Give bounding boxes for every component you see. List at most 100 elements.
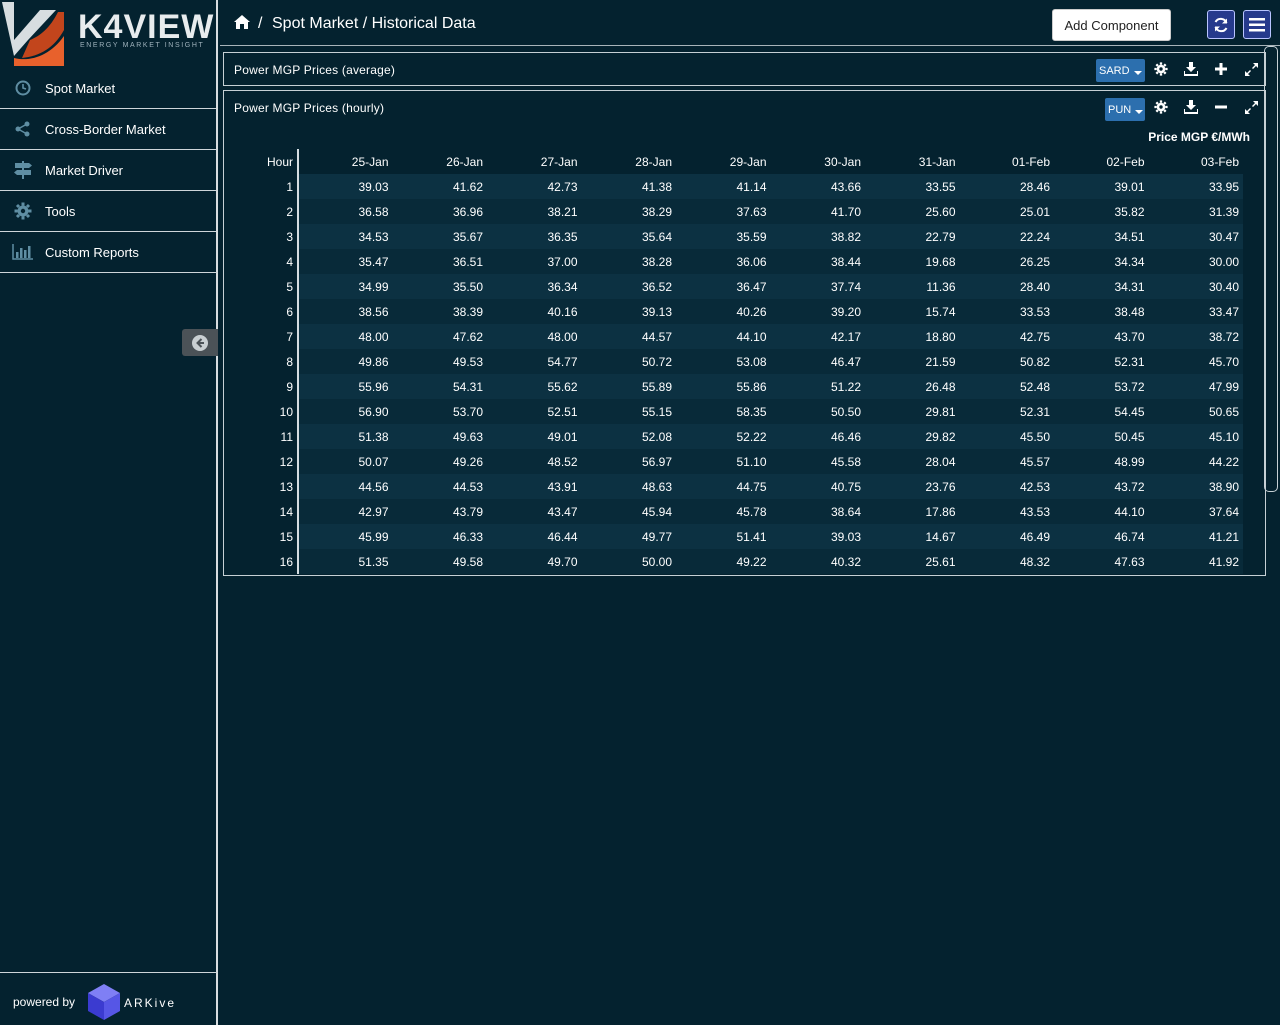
price-cell: 47.62 xyxy=(392,324,487,349)
price-cell: 33.47 xyxy=(1148,299,1243,324)
price-cell: 49.26 xyxy=(392,449,487,474)
price-cell: 23.76 xyxy=(865,474,960,499)
add-component-button[interactable]: Add Component xyxy=(1052,9,1171,41)
price-cell: 48.52 xyxy=(487,449,582,474)
sidebar-item-spot-market[interactable]: Spot Market xyxy=(0,68,216,109)
hamburger-icon xyxy=(1249,17,1265,31)
price-cell: 38.72 xyxy=(1148,324,1243,349)
price-cell: 34.34 xyxy=(1054,249,1149,274)
brand-logo[interactable]: K4VIEW ENERGY MARKET INSIGHT xyxy=(0,0,218,68)
sidebar-item-tools[interactable]: Tools xyxy=(0,191,216,232)
sidebar-item-custom-reports[interactable]: Custom Reports xyxy=(0,232,216,273)
hour-cell: 8 xyxy=(224,349,299,374)
price-cell: 43.47 xyxy=(487,499,582,524)
column-header: 31-Jan xyxy=(918,154,956,169)
partner-logo-text: ARKive xyxy=(124,996,177,1010)
price-cell: 37.63 xyxy=(676,199,771,224)
price-cell: 36.06 xyxy=(676,249,771,274)
settings-button[interactable] xyxy=(1152,61,1170,77)
price-cell: 56.97 xyxy=(581,449,676,474)
price-cell: 41.62 xyxy=(392,174,487,199)
price-cell: 28.40 xyxy=(959,274,1054,299)
home-icon[interactable] xyxy=(234,15,250,29)
expand-panel-button[interactable] xyxy=(1212,61,1230,77)
sidebar-item-market-driver[interactable]: Market Driver xyxy=(0,150,216,191)
price-cell: 51.10 xyxy=(676,449,771,474)
breadcrumb-separator: / xyxy=(258,15,263,32)
price-cell: 46.46 xyxy=(770,424,865,449)
arkive-cube-icon xyxy=(88,984,120,1020)
price-cell: 49.86 xyxy=(298,349,393,374)
price-cell: 44.10 xyxy=(676,324,771,349)
price-cell: 38.21 xyxy=(487,199,582,224)
signpost-icon xyxy=(12,160,34,180)
price-cell: 30.40 xyxy=(1148,274,1243,299)
fullscreen-button[interactable] xyxy=(1242,61,1260,77)
download-button[interactable] xyxy=(1182,99,1200,115)
hour-cell: 15 xyxy=(224,524,299,549)
collapse-sidebar-button[interactable] xyxy=(182,329,218,356)
price-cell: 53.72 xyxy=(1054,374,1149,399)
price-cell: 21.59 xyxy=(865,349,960,374)
hour-cell: 16 xyxy=(224,549,299,574)
price-cell: 41.21 xyxy=(1148,524,1243,549)
price-cell: 43.79 xyxy=(392,499,487,524)
price-cell: 41.70 xyxy=(770,199,865,224)
price-cell: 49.53 xyxy=(392,349,487,374)
settings-button[interactable] xyxy=(1152,99,1170,115)
price-cell: 52.48 xyxy=(959,374,1054,399)
price-cell: 38.39 xyxy=(392,299,487,324)
bar-chart-icon xyxy=(12,242,34,262)
price-cell: 48.99 xyxy=(1054,449,1149,474)
price-cell: 42.75 xyxy=(959,324,1054,349)
price-cell: 42.17 xyxy=(770,324,865,349)
price-cell: 39.13 xyxy=(581,299,676,324)
price-cell: 38.48 xyxy=(1054,299,1149,324)
price-cell: 51.22 xyxy=(770,374,865,399)
hour-cell: 14 xyxy=(224,499,299,524)
price-cell: 48.00 xyxy=(487,324,582,349)
menu-button[interactable] xyxy=(1243,10,1271,39)
price-table: Hour 25-Jan 26-Jan 27-Jan 28-Jan 29-Jan 30-Ja… xyxy=(224,149,1244,574)
price-cell: 36.34 xyxy=(487,274,582,299)
collapse-panel-button[interactable] xyxy=(1212,99,1230,115)
price-cell: 36.35 xyxy=(487,224,582,249)
hourly-price-table: Price MGP €/MWh Hour 25-Jan 26-Jan 27-Jan 2… xyxy=(223,124,1266,576)
sidebar-item-cross-border-market[interactable]: Cross-Border Market xyxy=(0,109,216,150)
panel-header: Power MGP Prices (average) SARD xyxy=(224,53,1265,85)
table-row: 5 34.99 35.50 36.34 36.52 36.47 37.74 11.36 28.4… xyxy=(224,274,1243,299)
hour-cell: 10 xyxy=(224,399,299,424)
price-cell: 53.08 xyxy=(676,349,771,374)
column-header: 26-Jan xyxy=(446,154,483,169)
zone-selector[interactable]: SARD xyxy=(1096,59,1145,82)
scrollbar[interactable] xyxy=(1264,46,1278,492)
price-cell: 46.33 xyxy=(392,524,487,549)
fullscreen-icon xyxy=(1244,62,1258,76)
fullscreen-button[interactable] xyxy=(1242,99,1260,115)
price-cell: 41.92 xyxy=(1148,549,1243,574)
price-cell: 40.75 xyxy=(770,474,865,499)
powered-by-label: powered by xyxy=(13,995,76,1009)
hour-cell: 9 xyxy=(224,374,299,399)
zone-selector[interactable]: PUN xyxy=(1105,98,1145,121)
download-button[interactable] xyxy=(1182,61,1200,77)
price-cell: 44.75 xyxy=(676,474,771,499)
price-cell: 35.50 xyxy=(392,274,487,299)
price-cell: 25.01 xyxy=(959,199,1054,224)
table-row: 16 51.35 49.58 49.70 50.00 49.22 40.32 25.61 48.… xyxy=(224,549,1243,574)
price-cell: 22.79 xyxy=(865,224,960,249)
table-row: 2 36.58 36.96 38.21 38.29 37.63 41.70 25.60 25.0… xyxy=(224,199,1243,224)
price-cell: 55.15 xyxy=(581,399,676,424)
gear-icon xyxy=(1154,100,1168,114)
price-cell: 36.47 xyxy=(676,274,771,299)
price-cell: 45.50 xyxy=(959,424,1054,449)
price-cell: 25.61 xyxy=(865,549,960,574)
price-cell: 45.78 xyxy=(676,499,771,524)
panel-title: Power MGP Prices (average) xyxy=(234,63,396,77)
price-cell: 40.26 xyxy=(676,299,771,324)
price-cell: 28.46 xyxy=(959,174,1054,199)
price-cell: 55.96 xyxy=(298,374,393,399)
price-cell: 52.31 xyxy=(1054,349,1149,374)
refresh-button[interactable] xyxy=(1207,10,1235,39)
price-cell: 38.82 xyxy=(770,224,865,249)
